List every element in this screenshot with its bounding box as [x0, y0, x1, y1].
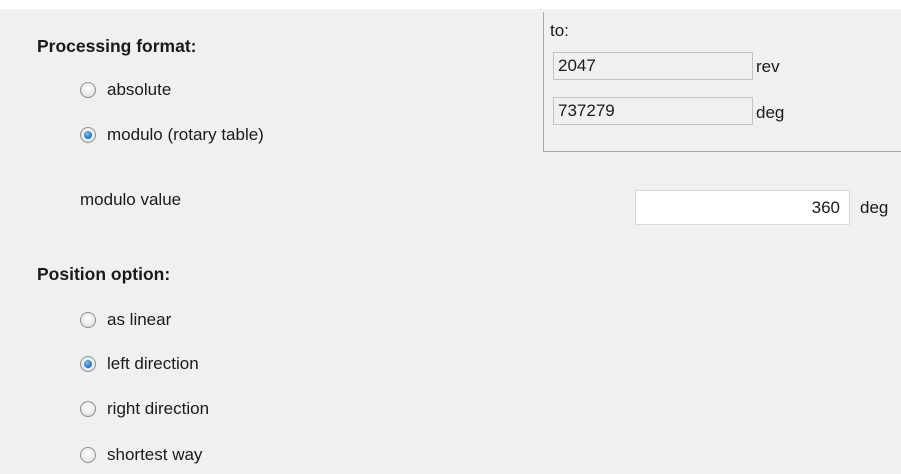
radio-modulo[interactable]: modulo (rotary table)	[80, 123, 264, 147]
radio-as-linear[interactable]: as linear	[80, 308, 171, 332]
radio-as-linear-label: as linear	[107, 310, 172, 329]
deg-value-field: 737279	[553, 97, 753, 125]
to-label: to:	[550, 21, 569, 40]
top-strip	[0, 0, 901, 9]
radio-shortest-way[interactable]: shortest way	[80, 443, 202, 467]
deg-unit-label: deg	[756, 103, 785, 122]
modulo-unit-label: deg	[860, 198, 889, 217]
radio-right-direction[interactable]: right direction	[80, 397, 209, 421]
radio-shortest-way-label: shortest way	[107, 445, 203, 464]
processing-format-heading: Processing format:	[37, 36, 197, 56]
radio-left-direction-circle[interactable]	[80, 356, 96, 372]
radio-right-direction-label: right direction	[107, 399, 210, 418]
modulo-value-label: modulo value	[80, 190, 182, 209]
radio-selected-dot	[84, 131, 92, 139]
radio-left-direction-label: left direction	[107, 354, 199, 373]
radio-modulo-label: modulo (rotary table)	[107, 125, 264, 144]
radio-left-direction[interactable]: left direction	[80, 352, 199, 376]
radio-right-direction-circle[interactable]	[80, 401, 96, 417]
radio-absolute-circle[interactable]	[80, 82, 96, 98]
radio-modulo-circle[interactable]	[80, 127, 96, 143]
radio-shortest-way-circle[interactable]	[80, 447, 96, 463]
range-group-box: to: 2047 rev 737279 deg	[543, 12, 901, 152]
radio-absolute[interactable]: absolute	[80, 78, 171, 102]
position-option-heading: Position option:	[37, 264, 171, 284]
modulo-value-input[interactable]: 360	[635, 190, 850, 225]
radio-absolute-label: absolute	[107, 80, 172, 99]
rev-value-field: 2047	[553, 52, 753, 80]
rev-unit-label: rev	[756, 57, 780, 76]
radio-as-linear-circle[interactable]	[80, 312, 96, 328]
radio-selected-dot	[84, 360, 92, 368]
settings-panel: to: 2047 rev 737279 deg Processing forma…	[0, 0, 901, 474]
